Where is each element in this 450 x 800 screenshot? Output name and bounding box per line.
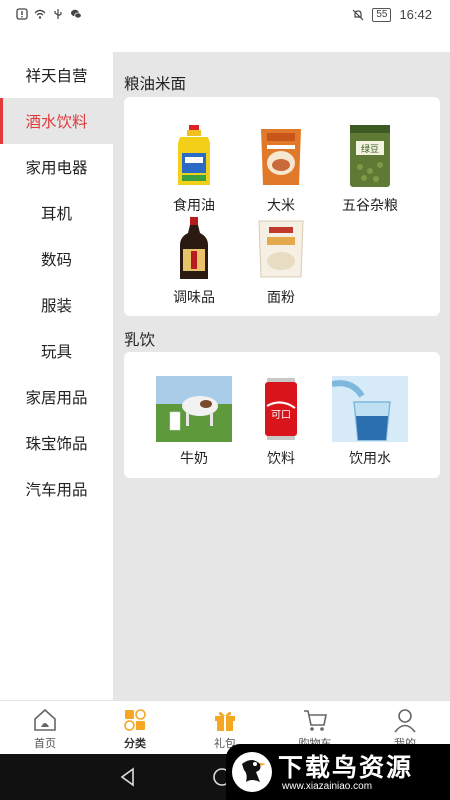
wifi-icon — [34, 9, 46, 19]
sidebar-item-label: 珠宝饰品 — [25, 436, 88, 453]
product-label: 大米 — [267, 197, 295, 213]
product-seasoning[interactable]: 调味品 — [148, 215, 240, 307]
sidebar-item-label: 数码 — [40, 252, 72, 269]
usb-icon — [54, 9, 62, 19]
sidebar-item-toys[interactable]: 玩具 — [0, 328, 113, 374]
category-sidebar: 祥天自营 酒水饮料 家用电器 耳机 数码 服装 玩具 家居用品 珠宝饰品 汽车用… — [0, 52, 113, 700]
sidebar-item-headphones[interactable]: 耳机 — [0, 190, 113, 236]
product-label: 饮料 — [267, 450, 295, 466]
cooking-oil-image — [178, 125, 210, 185]
product-label: 牛奶 — [180, 450, 208, 466]
sidebar-item-label: 祥天自营 — [25, 68, 88, 85]
sidebar-item-clothing[interactable]: 服装 — [0, 282, 113, 328]
product-label: 饮用水 — [349, 450, 391, 466]
product-cooking-oil[interactable]: 食用油 — [148, 123, 240, 215]
product-label: 调味品 — [173, 289, 215, 305]
cart-icon — [304, 710, 327, 731]
section-title-dairy-drinks: 乳饮 — [124, 332, 156, 349]
watermark-url: www.xiazainiao.com — [282, 781, 373, 792]
product-flour[interactable]: 面粉 — [235, 215, 327, 307]
mute-bell-icon — [352, 9, 364, 20]
sidebar-item-label: 家用电器 — [25, 160, 88, 177]
product-rice[interactable]: 大米 — [235, 123, 327, 215]
sidebar-item-drinks[interactable]: 酒水饮料 — [0, 98, 113, 144]
sidebar-item-label: 汽车用品 — [25, 482, 88, 499]
grain-oil-card: 食用油 大米 绿豆 五谷杂粮 调味品 面粉 — [124, 97, 440, 316]
profile-icon — [394, 709, 416, 733]
sidebar-item-label: 服装 — [40, 298, 72, 315]
product-label: 食用油 — [173, 197, 215, 213]
sidebar-item-label: 耳机 — [40, 206, 72, 223]
battery-indicator: 55 — [372, 7, 392, 22]
svg-text:绿豆: 绿豆 — [361, 143, 379, 155]
cow-milk-image — [156, 376, 232, 442]
nav-home[interactable]: 首页 — [0, 701, 90, 754]
category-icon — [124, 709, 146, 731]
status-left-icons — [16, 8, 82, 20]
watermark-banner: 下载鸟资源 www.xiazainiao.com — [226, 744, 450, 800]
product-drinking-water[interactable]: 饮用水 — [324, 376, 416, 468]
home-icon — [34, 708, 56, 731]
product-beverage[interactable]: 可口 饮料 — [235, 376, 327, 468]
svg-text:可口: 可口 — [271, 410, 291, 421]
sidebar-item-label: 酒水饮料 — [25, 114, 88, 131]
soy-sauce-bottle-image — [180, 217, 208, 279]
gift-icon — [215, 711, 235, 731]
bird-logo-icon — [232, 752, 272, 792]
status-time: 16:42 — [399, 7, 432, 22]
nav-label: 首页 — [34, 738, 56, 750]
product-label: 面粉 — [267, 289, 295, 305]
sidebar-item-label: 玩具 — [40, 344, 72, 361]
mung-bean-bag-image: 绿豆 — [350, 125, 390, 187]
sidebar-item-label: 家居用品 — [25, 390, 88, 407]
back-triangle-icon[interactable] — [118, 767, 138, 787]
sidebar-item-digital[interactable]: 数码 — [0, 236, 113, 282]
product-grains[interactable]: 绿豆 五谷杂粮 — [324, 123, 416, 215]
sidebar-item-xiangtian[interactable]: 祥天自营 — [0, 52, 113, 98]
sidebar-item-appliances[interactable]: 家用电器 — [0, 144, 113, 190]
water-glass-image — [332, 376, 408, 442]
wechat-icon — [71, 9, 82, 19]
nav-label: 分类 — [124, 738, 146, 750]
section-title-grain-oil: 粮油米面 — [124, 76, 187, 93]
rice-bag-image — [261, 129, 301, 185]
alert-icon — [16, 8, 28, 20]
nav-category[interactable]: 分类 — [90, 701, 180, 754]
watermark-title: 下载鸟资源 — [278, 753, 414, 782]
sidebar-item-jewelry[interactable]: 珠宝饰品 — [0, 420, 113, 466]
flour-bag-image — [258, 220, 304, 278]
product-milk[interactable]: 牛奶 — [148, 376, 240, 468]
product-label: 五谷杂粮 — [342, 197, 398, 213]
cola-can-image: 可口 — [265, 378, 297, 440]
sidebar-item-auto[interactable]: 汽车用品 — [0, 466, 113, 512]
status-right-icons: 55 16:42 — [352, 7, 432, 22]
status-bar: 55 16:42 — [0, 0, 450, 30]
sidebar-item-home-goods[interactable]: 家居用品 — [0, 374, 113, 420]
dairy-drinks-card: 牛奶 可口 饮料 饮用水 — [124, 352, 440, 478]
category-content: 粮油米面 食用油 大米 绿豆 五谷杂粮 调味品 面粉 乳饮 牛奶 可口 饮料 饮… — [113, 52, 450, 700]
